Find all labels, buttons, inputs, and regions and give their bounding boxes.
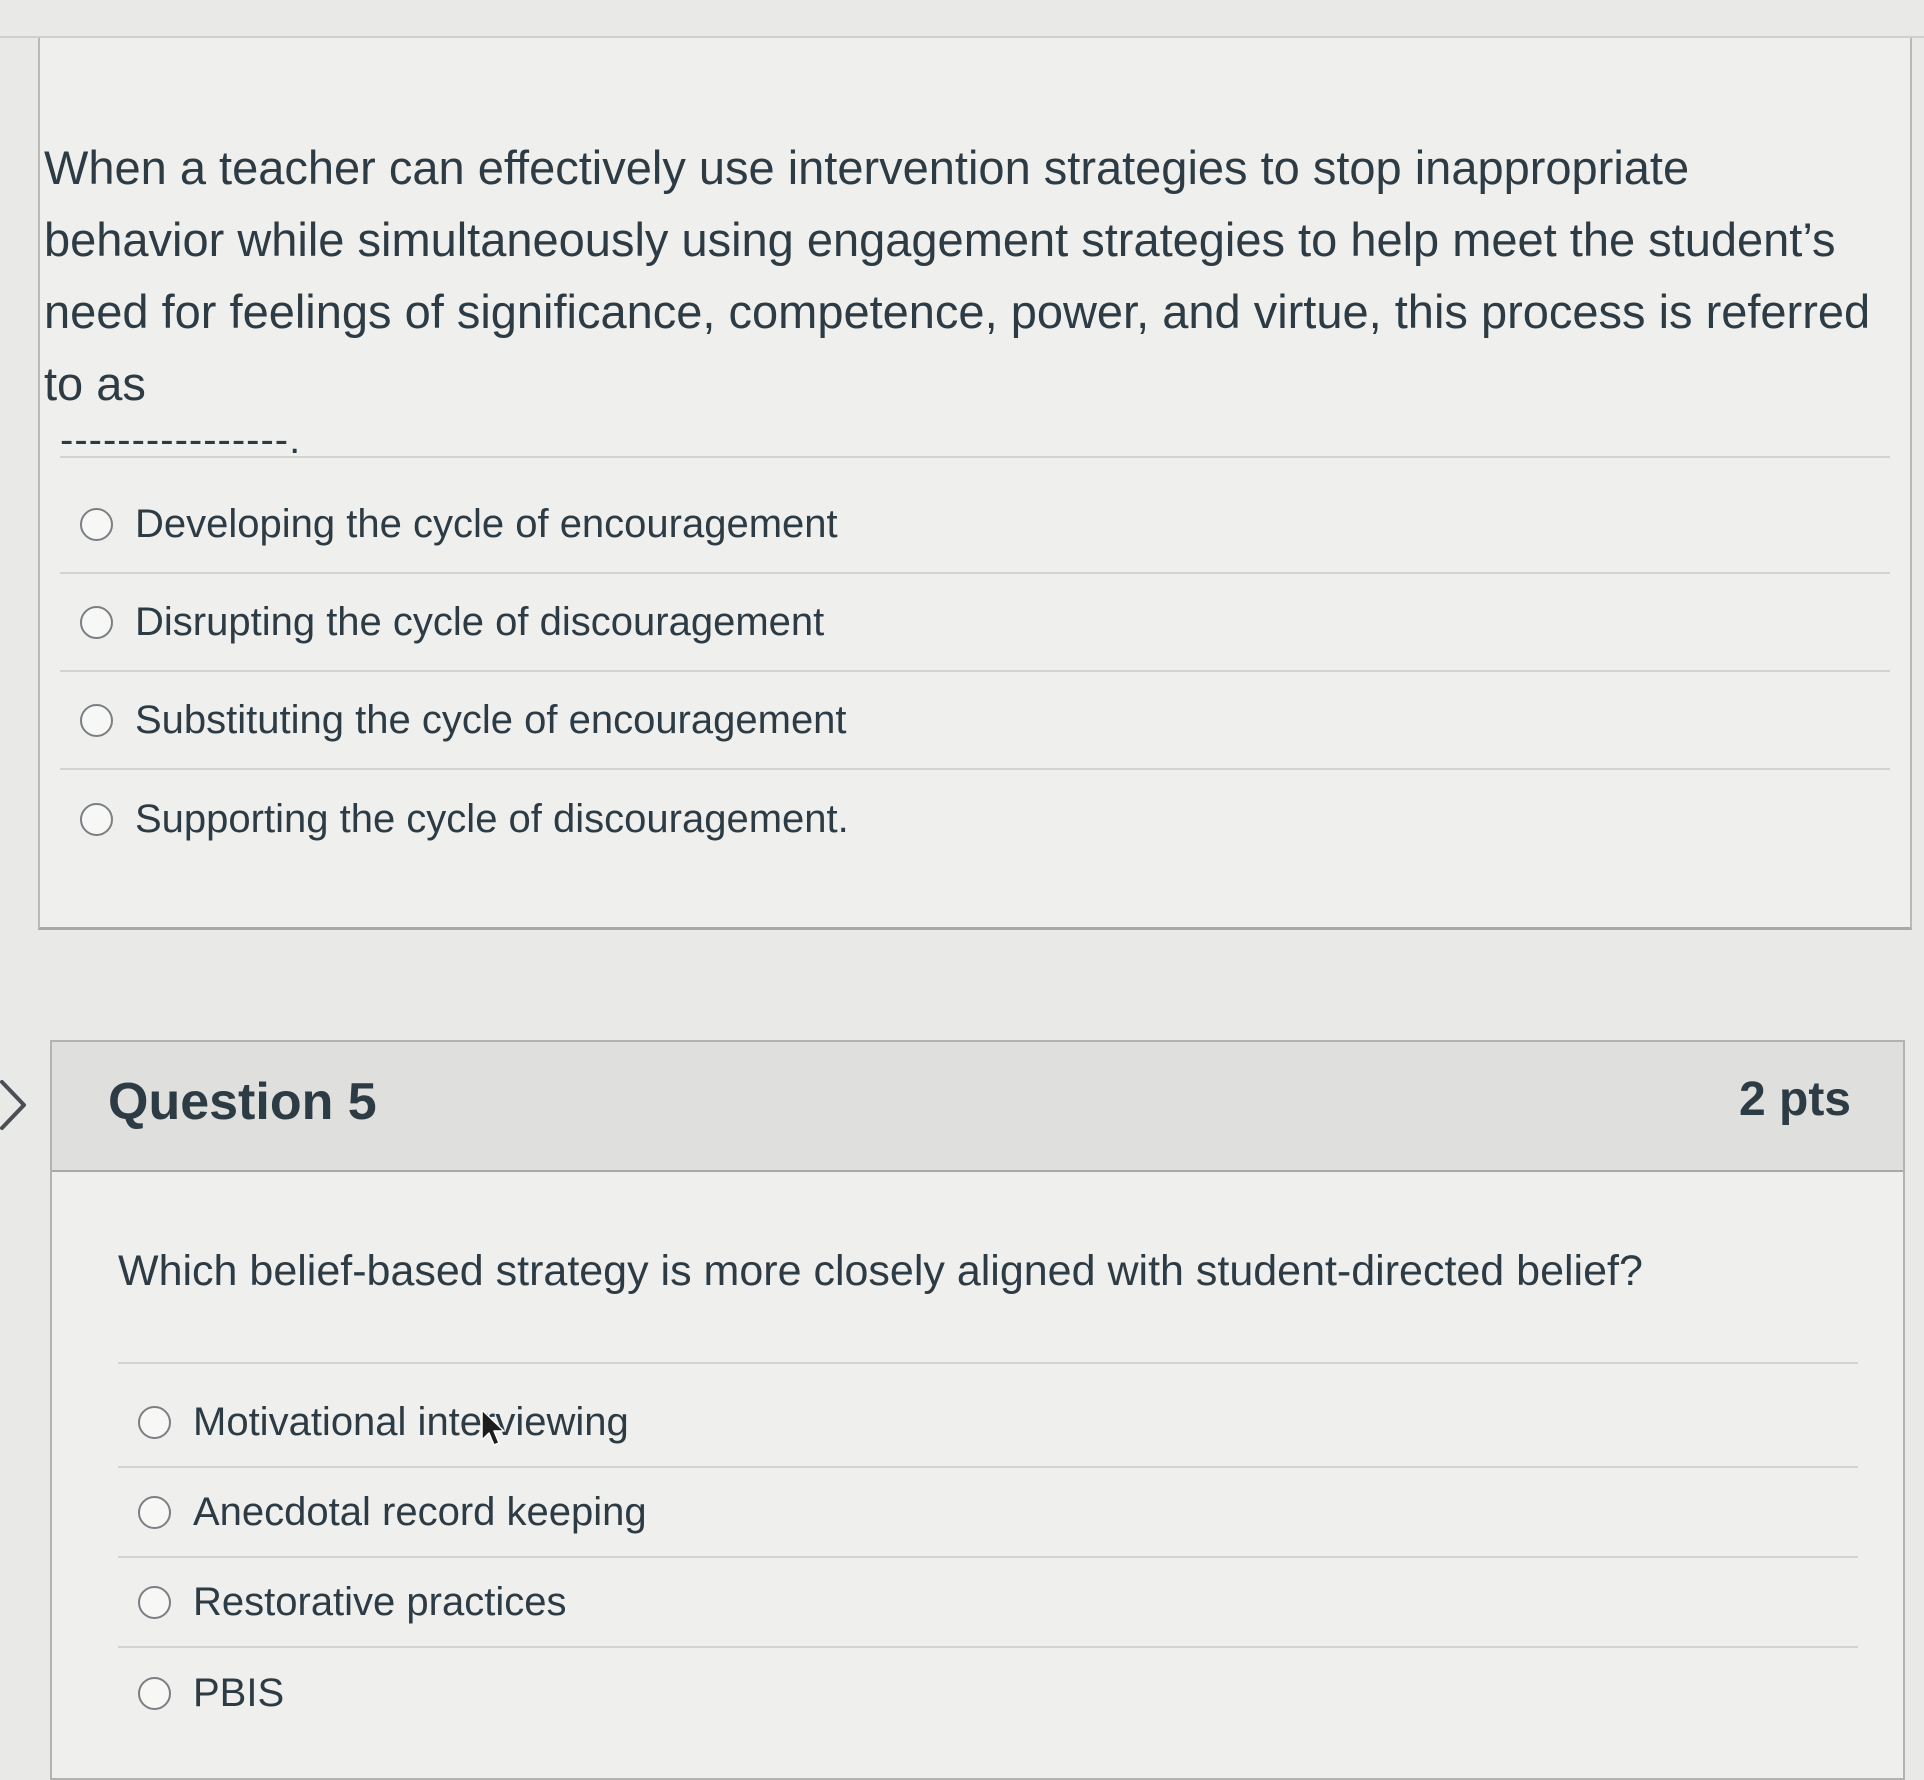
radio-button[interactable]: [80, 703, 113, 737]
radio-button[interactable]: [80, 507, 113, 541]
mouse-cursor-icon: [481, 1409, 505, 1446]
question-4-stem: When a teacher can effectively use inter…: [44, 141, 1871, 410]
answer-label: Anecdotal record keeping: [193, 1489, 647, 1534]
answer-option[interactable]: Developing the cycle of encouragement: [60, 476, 1890, 574]
radio-button[interactable]: [138, 1676, 171, 1710]
radio-button[interactable]: [138, 1495, 171, 1529]
answer-option[interactable]: Motivational interviewing: [118, 1378, 1858, 1468]
question-5-header: Question 5 2 pts: [52, 1042, 1903, 1172]
radio-button[interactable]: [80, 802, 113, 836]
question-4-body: When a teacher can effectively use inter…: [38, 38, 1912, 930]
answer-label: Motivational interviewing: [193, 1399, 629, 1444]
question-4-answers: Developing the cycle of encouragement Di…: [60, 476, 1890, 868]
chevron-right-icon[interactable]: [0, 1078, 30, 1132]
answer-label: Restorative practices: [193, 1579, 567, 1624]
answer-option[interactable]: Restorative practices: [118, 1558, 1858, 1648]
radio-button[interactable]: [80, 605, 113, 639]
answer-label: PBIS: [193, 1670, 285, 1715]
radio-button[interactable]: [138, 1405, 171, 1439]
question-points: 2 pts: [1738, 1073, 1851, 1126]
answer-option[interactable]: PBIS: [118, 1648, 1858, 1738]
answer-label: Disrupting the cycle of discouragement: [135, 599, 825, 644]
answer-option[interactable]: Supporting the cycle of discouragement.: [60, 770, 1890, 868]
question-5-divider: [118, 1362, 1858, 1364]
answer-label: Developing the cycle of encouragement: [135, 501, 838, 546]
answer-label: Supporting the cycle of discouragement.: [135, 796, 849, 841]
question-4-divider: [60, 456, 1890, 458]
answer-label: Substituting the cycle of encouragement: [135, 697, 847, 742]
answer-option[interactable]: Disrupting the cycle of discouragement: [60, 574, 1890, 672]
answer-option[interactable]: Anecdotal record keeping: [118, 1468, 1858, 1558]
question-5-stem: Which belief-based strategy is more clos…: [118, 1247, 1643, 1295]
answer-option[interactable]: Substituting the cycle of encouragement: [60, 672, 1890, 770]
question-5-card: Question 5 2 pts Which belief-based stra…: [50, 1040, 1905, 1780]
question-5-answers: Motivational interviewing Anecdotal reco…: [118, 1378, 1858, 1738]
question-title: Question 5: [108, 1073, 377, 1131]
radio-button[interactable]: [138, 1585, 171, 1619]
